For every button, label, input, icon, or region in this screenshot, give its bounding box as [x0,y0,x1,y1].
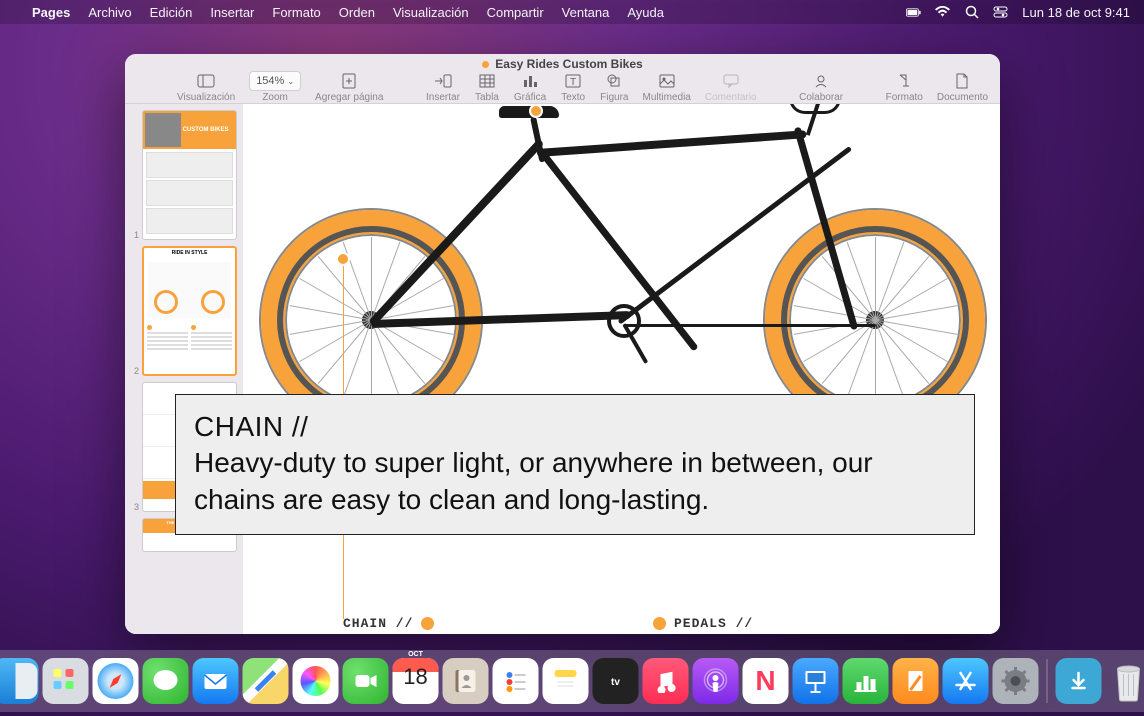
dock-numbers-icon[interactable] [843,658,889,704]
format-button[interactable] [891,71,917,91]
dock-settings-icon[interactable] [993,658,1039,704]
dock-downloads-icon[interactable] [1056,658,1102,704]
battery-icon[interactable] [906,5,921,20]
chart-button[interactable] [517,71,543,91]
edited-indicator [482,61,489,68]
document-canvas[interactable]: CHAIN // Heavy-duty to super light, or a… [243,104,1000,634]
add-page-label: Agregar página [315,92,383,103]
insert-button[interactable] [430,71,456,91]
chain-header: CHAIN // [343,614,413,634]
dock-separator [1047,659,1048,703]
dock-photos-icon[interactable] [293,658,339,704]
dock-facetime-icon[interactable] [343,658,389,704]
dock: OCT18 tv [0,650,1144,712]
shape-button[interactable] [601,71,627,91]
spotlight-icon[interactable] [964,5,979,20]
menubar-clock[interactable]: Lun 18 de oct 9:41 [1022,5,1130,20]
wifi-icon[interactable] [935,5,950,20]
hover-text-accessibility-overlay: CHAIN // Heavy-duty to super light, or a… [175,394,975,535]
annotation-dot-seat [529,104,543,118]
dock-reminders-icon[interactable] [493,658,539,704]
menu-compartir[interactable]: Compartir [487,5,544,20]
pedals-header: PEDALS // [674,614,753,634]
dock-pages-icon[interactable] [893,658,939,704]
view-label: Visualización [177,92,235,103]
thumbnail-sidebar: 1 CUSTOM BIKES 2 RIDE IN STYLE [125,104,243,634]
page-number-3: 3 [131,502,139,512]
annotation-dot-chain [421,617,434,630]
hover-text-line2: Heavy-duty to super light, or anywhere i… [194,445,956,518]
menu-formato[interactable]: Formato [272,5,320,20]
view-button[interactable] [193,71,219,91]
dock-podcasts-icon[interactable] [693,658,739,704]
pedals-text-column[interactable]: PEDALS // Clip-in. Flat. Race worthy. Me… [653,614,913,634]
page-thumbnail-2-selected[interactable]: RIDE IN STYLE [142,246,237,376]
menubar: Pages Archivo Edición Insertar Formato O… [0,0,1144,24]
dock-appstore-icon[interactable] [943,658,989,704]
dock-maps-icon[interactable] [243,658,289,704]
dock-keynote-icon[interactable] [793,658,839,704]
collaborate-button[interactable] [808,71,834,91]
page-number-1: 1 [131,230,139,240]
text-button[interactable]: T [560,71,586,91]
control-center-icon[interactable] [993,5,1008,20]
dock-music-icon[interactable] [643,658,689,704]
toolbar: Visualización 154% ⌄ Zoom Agregar página… [125,71,1000,104]
bicycle-illustration [249,104,989,444]
table-button[interactable] [474,71,500,91]
zoom-dropdown[interactable]: 154% ⌄ [249,71,301,91]
zoom-label: Zoom [262,92,288,103]
pages-window: Easy Rides Custom Bikes Visualización 15… [125,54,1000,634]
annotation-dot-wheel [336,252,350,266]
svg-text:T: T [570,77,576,88]
dock-calendar-icon[interactable]: OCT18 [393,658,439,704]
menu-edicion[interactable]: Edición [150,5,193,20]
menu-insertar[interactable]: Insertar [210,5,254,20]
menu-ayuda[interactable]: Ayuda [627,5,664,20]
appmenu-pages[interactable]: Pages [32,5,70,20]
dock-safari-icon[interactable] [93,658,139,704]
dock-trash-icon[interactable] [1106,658,1144,704]
svg-text:tv: tv [611,677,620,688]
dock-tv-icon[interactable]: tv [593,658,639,704]
dock-contacts-icon[interactable] [443,658,489,704]
menu-visualizacion[interactable]: Visualización [393,5,469,20]
menu-orden[interactable]: Orden [339,5,375,20]
hover-text-line1: CHAIN // [194,409,956,445]
annotation-dot-pedals [653,617,666,630]
comment-button[interactable] [718,71,744,91]
chain-text-column[interactable]: CHAIN // Heavy-duty to super light, or a… [343,614,603,634]
page-thumbnail-1[interactable]: CUSTOM BIKES [142,110,237,240]
dock-finder-icon[interactable] [0,658,39,704]
document-button[interactable] [949,71,975,91]
dock-news-icon[interactable] [743,658,789,704]
menu-archivo[interactable]: Archivo [88,5,131,20]
media-button[interactable] [654,71,680,91]
dock-launchpad-icon[interactable] [43,658,89,704]
page-number-2: 2 [131,366,139,376]
dock-mail-icon[interactable] [193,658,239,704]
dock-notes-icon[interactable] [543,658,589,704]
window-title: Easy Rides Custom Bikes [125,54,1000,71]
add-page-button[interactable] [336,71,362,91]
menu-ventana[interactable]: Ventana [562,5,610,20]
dock-messages-icon[interactable] [143,658,189,704]
